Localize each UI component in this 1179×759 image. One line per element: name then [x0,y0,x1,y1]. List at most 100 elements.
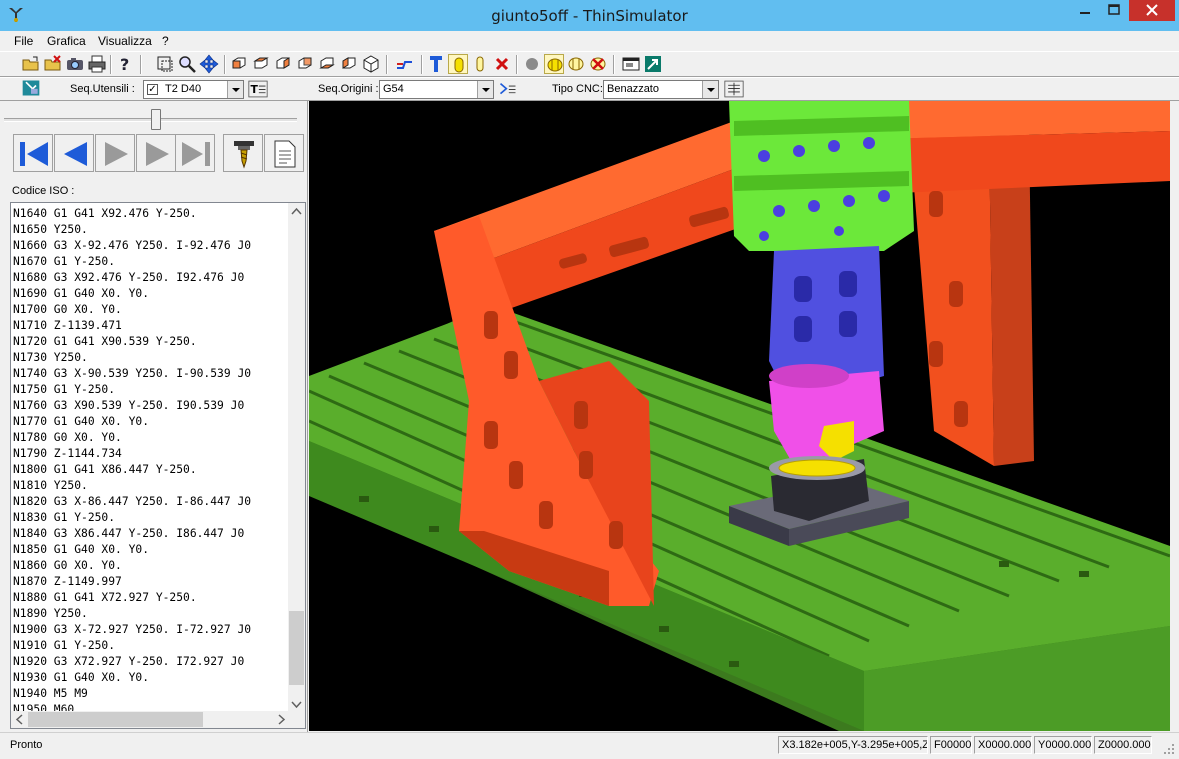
code-line[interactable]: N1740 G3 X-90.539 Y250. I-90.539 J0 [13,366,293,382]
close-file-button[interactable] [43,54,63,74]
code-line[interactable]: N1820 G3 X-86.447 Y250. I-86.447 J0 [13,494,293,510]
camera-button[interactable] [65,54,85,74]
toolbar-separator [386,55,388,74]
step-back-button[interactable] [54,134,94,172]
machine-icon [22,80,40,96]
show-workpiece-button[interactable] [448,54,468,74]
go-start-button[interactable] [13,134,53,172]
tool-view-button[interactable] [223,134,263,172]
zoom-window-button[interactable] [155,54,175,74]
code-line[interactable]: N1760 G3 X90.539 Y-250. I90.539 J0 [13,398,293,414]
code-line[interactable]: N1880 G1 G41 X72.927 Y-250. [13,590,293,606]
window-layout-button[interactable] [621,54,641,74]
code-line[interactable]: N1710 Z-1139.471 [13,318,293,334]
code-line[interactable]: N1800 G1 G41 X86.447 Y-250. [13,462,293,478]
code-line[interactable]: N1640 G1 G41 X92.476 Y-250. [13,206,293,222]
code-line[interactable]: N1660 G3 X-92.476 Y250. I-92.476 J0 [13,238,293,254]
chevron-down-icon[interactable] [477,81,493,98]
solid-gray-button[interactable] [522,54,542,74]
cube-view-icon [276,57,290,69]
reset-tool-button[interactable] [492,54,512,74]
minimize-button[interactable] [1070,0,1100,21]
solid-shaded-button[interactable] [544,54,564,74]
clear-button[interactable] [588,54,608,74]
code-line[interactable]: N1730 Y250. [13,350,293,366]
code-line[interactable]: N1940 M5 M9 [13,686,293,702]
horizontal-scroll-thumb[interactable] [28,712,203,727]
code-line[interactable]: N1690 G1 G40 X0. Y0. [13,286,293,302]
zoom-window-icon [157,56,173,72]
code-line[interactable]: N1900 G3 X-72.927 Y250. I-72.927 J0 [13,622,293,638]
step-forward-button[interactable] [136,134,176,172]
scroll-left-icon[interactable] [11,711,28,728]
scroll-up-icon[interactable] [288,203,305,220]
code-line[interactable]: N1850 G1 G40 X0. Y0. [13,542,293,558]
view-iso-button[interactable] [361,54,381,74]
chevron-down-icon[interactable] [227,81,243,98]
chevron-down-icon[interactable] [702,81,718,98]
code-line[interactable]: N1810 Y250. [13,478,293,494]
code-line[interactable]: N1790 Z-1144.734 [13,446,293,462]
play-button[interactable] [95,134,135,172]
code-line[interactable]: N1830 G1 Y-250. [13,510,293,526]
open-file-button[interactable] [21,54,41,74]
seq-utensili-checkbox[interactable]: ✓ [147,84,158,95]
code-line[interactable]: N1920 G3 X72.927 Y-250. I72.927 J0 [13,654,293,670]
seq-utensili-select[interactable]: ✓ T2 D40 [143,80,244,99]
code-line[interactable]: N1890 Y250. [13,606,293,622]
view-front-button[interactable] [229,54,249,74]
print-button[interactable] [87,54,107,74]
wire-shaded-button[interactable] [566,54,586,74]
close-button[interactable] [1129,0,1175,21]
menu-grafica[interactable]: Grafica [47,34,86,48]
simulation-viewport[interactable] [309,101,1170,731]
tool-table-button[interactable]: T [248,79,272,100]
playback-slider-thumb[interactable] [151,109,161,130]
code-line[interactable]: N1720 G1 G41 X90.539 Y-250. [13,334,293,350]
cnc-settings-button[interactable] [724,79,748,100]
view-side-button[interactable] [273,54,293,74]
code-line[interactable]: N1650 Y250. [13,222,293,238]
toolpath-button[interactable] [395,54,415,74]
show-stock-button[interactable] [470,54,490,74]
export-button[interactable] [643,54,663,74]
menu-visualizza[interactable]: Visualizza [98,34,152,48]
seq-origini-select[interactable]: G54 [379,80,494,99]
view-back-button[interactable] [295,54,315,74]
origin-table-button[interactable] [498,79,522,100]
title-bar: giunto5off - ThinSimulator [0,0,1179,31]
view-bottom-button[interactable] [317,54,337,74]
tool-drill-icon [234,141,254,169]
resize-grip-icon[interactable] [1162,742,1176,756]
help-button[interactable]: ? [115,54,135,74]
vertical-scroll-thumb[interactable] [289,611,304,685]
scroll-right-icon[interactable] [273,711,290,728]
listing-button[interactable] [264,134,304,172]
code-line[interactable]: N1680 G3 X92.476 Y-250. I92.476 J0 [13,270,293,286]
horizontal-scrollbar[interactable] [11,711,305,728]
seq-origini-value: G54 [383,83,404,95]
iso-code-listbox[interactable]: N1640 G1 G41 X92.476 Y-250. N1650 Y250. N1… [10,202,306,729]
view-left-button[interactable] [339,54,359,74]
code-line[interactable]: N1670 G1 Y-250. [13,254,293,270]
code-line[interactable]: N1930 G1 G40 X0. Y0. [13,670,293,686]
code-line[interactable]: N1770 G1 G40 X0. Y0. [13,414,293,430]
code-line[interactable]: N1840 G3 X86.447 Y-250. I86.447 J0 [13,526,293,542]
zoom-button[interactable] [177,54,197,74]
go-end-button[interactable] [175,134,215,172]
menu-help[interactable]: ? [162,34,169,48]
maximize-button[interactable] [1100,0,1128,21]
machine-setup-button[interactable] [21,78,45,100]
pan-button[interactable] [199,54,219,74]
code-line[interactable]: N1700 G0 X0. Y0. [13,302,293,318]
menu-file[interactable]: File [14,34,33,48]
code-line[interactable]: N1860 G0 X0. Y0. [13,558,293,574]
view-top-button[interactable] [251,54,271,74]
vertical-scrollbar[interactable] [288,203,305,713]
code-line[interactable]: N1870 Z-1149.997 [13,574,293,590]
code-line[interactable]: N1780 G0 X0. Y0. [13,430,293,446]
code-line[interactable]: N1910 G1 Y-250. [13,638,293,654]
show-tool-button[interactable] [426,54,446,74]
code-line[interactable]: N1750 G1 Y-250. [13,382,293,398]
tipo-cnc-select[interactable]: Benazzato [603,80,719,99]
